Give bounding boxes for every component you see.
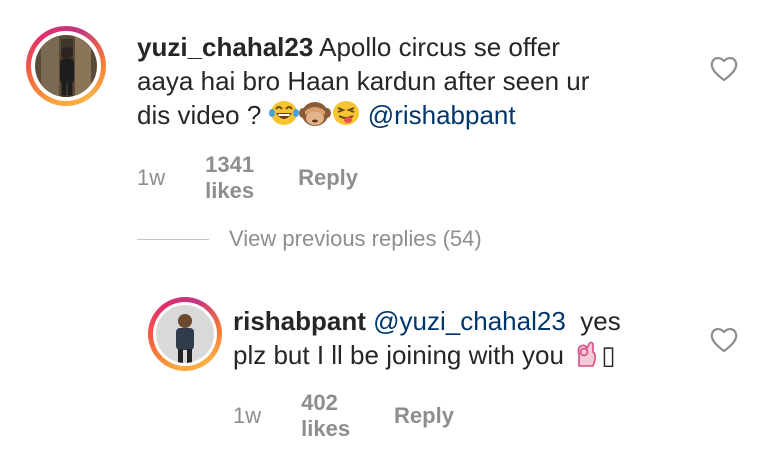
avatar-yuzi[interactable] <box>26 26 106 106</box>
divider-line <box>137 238 209 240</box>
like-heart-icon[interactable] <box>709 326 739 354</box>
grinning-tears-emoji <box>268 99 299 135</box>
trailing-glyph: ▯ <box>601 340 616 370</box>
comment-body-line2: aaya hai bro Haan kardun after seen ur <box>137 66 590 96</box>
comment-username[interactable]: yuzi_chahal23 <box>137 32 313 62</box>
avatar-rishabpant[interactable] <box>148 297 222 371</box>
see-no-evil-monkey-emoji <box>298 99 331 135</box>
likes-count[interactable]: 402 likes <box>301 390 350 442</box>
comment-rishabpant-meta: 1w 402 likes Reply <box>233 390 454 442</box>
comment-body-line2: plz but I ll be joining with you <box>233 340 564 370</box>
like-heart-icon[interactable] <box>709 55 739 83</box>
reply-button[interactable]: Reply <box>298 165 358 191</box>
comment-yuzi-text: yuzi_chahal23 Apollo circus se offer aay… <box>137 30 727 135</box>
comment-body-line1: yes <box>580 306 621 336</box>
mention-link[interactable]: @yuzi_chahal23 <box>373 306 566 336</box>
comment-body-line1: Apollo circus se offer <box>319 32 560 62</box>
mention-link[interactable]: @rishabpant <box>368 100 516 130</box>
comment-body-line3: dis video ? <box>137 100 262 130</box>
comment-rishabpant-text: rishabpant @yuzi_chahal23 yes plz but I … <box>233 304 713 376</box>
comment-username[interactable]: rishabpant <box>233 306 366 336</box>
view-previous-label[interactable]: View previous replies (54) <box>229 226 482 252</box>
avatar-photo-rishabpant <box>156 305 214 363</box>
comment-time[interactable]: 1w <box>233 403 261 429</box>
avatar-photo-yuzi <box>35 35 97 97</box>
winking-tongue-emoji <box>331 99 361 135</box>
view-previous-replies[interactable]: View previous replies (54) <box>137 226 482 252</box>
comment-time[interactable]: 1w <box>137 165 165 191</box>
ok-hand-emoji <box>571 338 601 376</box>
reply-button[interactable]: Reply <box>394 403 454 429</box>
comment-yuzi-meta: 1w 1341 likes Reply <box>137 152 358 204</box>
likes-count[interactable]: 1341 likes <box>205 152 254 204</box>
